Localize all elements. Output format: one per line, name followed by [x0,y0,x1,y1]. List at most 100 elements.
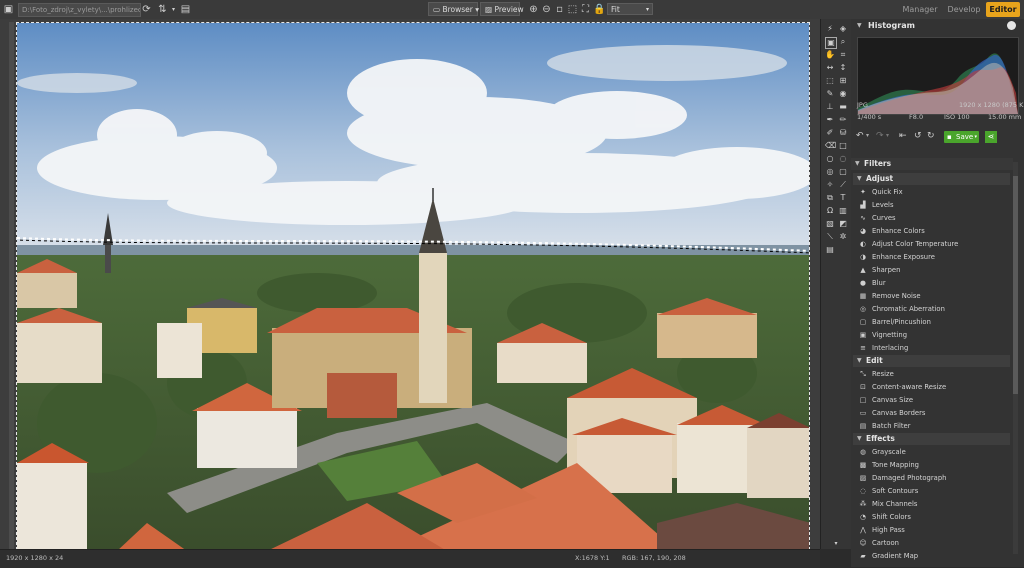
pen-icon[interactable]: ✐ [825,128,835,138]
filter-item[interactable]: ✦ Quick Fix [858,186,1008,199]
zoom-select[interactable]: Fit ▾ [607,3,653,15]
chevron-down-icon[interactable]: ▾ [168,4,179,15]
hand-icon[interactable]: ✋ [825,50,835,60]
line-icon[interactable]: ⟋ [838,180,848,190]
filter-item[interactable]: ⊡ Content-aware Resize [858,381,1008,394]
filter-item[interactable]: ◐ Adjust Color Temperature [858,238,1008,251]
lasso-icon[interactable]: ◎ [825,167,835,177]
redo-icon[interactable]: ↷ [876,131,884,141]
chevron-down-icon[interactable]: ▾ [866,132,869,139]
eyedropper-icon[interactable]: ✎ [825,89,835,99]
ellipse-icon[interactable]: ○ [825,154,835,164]
filter-item[interactable]: ▲ Sharpen [858,264,1008,277]
wand-icon: ✦ [860,188,866,196]
select-icon[interactable]: ▣ [825,37,837,49]
vertical-scrollbar[interactable] [9,22,14,550]
text-icon[interactable]: T [838,193,848,203]
bucket-icon[interactable]: ⛁ [838,128,848,138]
filter-item[interactable]: ◕ Enhance Colors [858,225,1008,238]
refresh-icon[interactable]: ⟳ [141,4,152,15]
photo-canvas[interactable] [16,22,810,550]
section-header-adjust[interactable]: ▼ Adjust [853,173,1010,185]
revert-icon[interactable]: ⇤ [899,131,907,141]
filter-item[interactable]: ▦ Remove Noise [858,290,1008,303]
path-input[interactable]: D:\Foto_zdroj\z_vylety\...\prohlizec [18,3,141,17]
brush-icon[interactable]: ✒ [825,115,835,125]
filter-item[interactable]: ⤡ Resize [858,368,1008,381]
undo-icon[interactable]: ↶ [856,131,864,141]
lock-icon[interactable]: 🔒 [593,4,605,15]
pencil-icon[interactable]: ✏ [838,115,848,125]
browser-button[interactable]: ▭ Browser ▾ [428,2,479,16]
clone-icon[interactable]: ▬ [838,102,848,112]
frame-icon[interactable]: ▧ [825,219,835,229]
square-icon[interactable]: □ [838,141,848,151]
eye-icon[interactable]: ◉ [838,89,848,99]
new-folder-icon[interactable]: ▤ [180,4,191,15]
folder-icon[interactable]: ▣ [3,4,14,15]
section-header-edit[interactable]: ▼ Edit [853,355,1010,367]
zoom-in-icon[interactable]: ⊕ [528,4,539,15]
filter-item[interactable]: ▰ Gradient Map [858,550,1008,563]
fullscreen-icon[interactable]: ⛶ [580,4,591,15]
tab-manager[interactable]: Manager [898,2,942,17]
layers-icon[interactable]: ◈ [838,24,848,34]
histogram-options-icon[interactable] [1007,21,1016,30]
filter-item[interactable]: ▩ Tone Mapping [858,459,1008,472]
filter-item[interactable]: ◔ Shift Colors [858,511,1008,524]
speech-icon[interactable]: ◌ [838,154,848,164]
magnet-icon[interactable]: Ω [825,206,835,216]
straighten-icon[interactable]: ↔ [825,63,835,73]
filter-item[interactable]: ⁂ Mix Channels [858,498,1008,511]
filter-item[interactable]: ◎ Chromatic Aberration [858,303,1008,316]
stamp-icon[interactable]: ⊥ [825,102,835,112]
filter-item[interactable]: ▟ Levels [858,199,1008,212]
crop-icon[interactable]: ⌗ [838,50,848,60]
rotate-right-icon[interactable]: ↻ [927,131,935,141]
filter-item[interactable]: ▨ Damaged Photograph [858,472,1008,485]
save-button[interactable]: ▪ Save ▾ [944,131,979,143]
grid-icon[interactable]: ⊞ [838,76,848,86]
zoom-icon[interactable]: ⌕ [838,37,848,47]
chevron-down-icon[interactable]: ▾ [831,539,841,549]
zoom-actual-icon[interactable]: ▫ [554,4,565,15]
fit-icon[interactable]: ⬚ [567,4,578,15]
rect-select-icon[interactable]: ⬚ [825,76,835,86]
ruler-icon[interactable]: ⟍ [825,232,835,242]
filter-item[interactable]: ▢ Barrel/Pincushion [858,316,1008,329]
tab-editor[interactable]: Editor [986,2,1020,17]
filter-item[interactable]: ≡ Interlacing [858,342,1008,355]
lightning-icon[interactable]: ⚡ [825,24,835,34]
preview-button[interactable]: ▨ Preview [480,2,524,16]
filter-item[interactable]: ◍ Grayscale [858,446,1008,459]
tab-develop[interactable]: Develop [944,2,984,17]
gear-icon[interactable]: ✲ [838,232,848,242]
zoom-out-icon[interactable]: ⊖ [541,4,552,15]
mask-icon[interactable]: ◩ [838,219,848,229]
section-header-effects[interactable]: ▼ Effects [853,433,1010,445]
shape-icon[interactable]: ▥ [838,206,848,216]
filters-header[interactable]: ▼ Filters [851,158,1013,170]
filter-item[interactable]: ☺ Cartoon [858,537,1008,550]
vertical-icon[interactable]: ↕ [838,63,848,73]
share-button[interactable]: ⋖ [985,131,997,143]
text-box-icon[interactable]: ▢ [838,167,848,177]
histogram-header[interactable]: ▼ Histogram [851,19,1024,34]
filmstrip-icon[interactable]: ▤ [825,245,835,255]
filter-item[interactable]: ◑ Enhance Exposure [858,251,1008,264]
filter-item[interactable]: ▣ Vignetting [858,329,1008,342]
chevron-down-icon[interactable]: ▾ [886,132,889,139]
panel-scrollbar-thumb[interactable] [1013,176,1018,394]
copy-icon[interactable]: ⧉ [825,193,835,203]
eraser-icon[interactable]: ⌫ [825,141,836,151]
filter-item[interactable]: ▭ Canvas Borders [858,407,1008,420]
sort-icon[interactable]: ⇅ [157,4,168,15]
magic-wand-icon[interactable]: ✧ [825,180,835,190]
filter-item[interactable]: ∿ Curves [858,212,1008,225]
filter-item[interactable]: ● Blur [858,277,1008,290]
filter-item[interactable]: ⋀ High Pass [858,524,1008,537]
filter-item[interactable]: □ Canvas Size [858,394,1008,407]
filter-item[interactable]: ▤ Batch Filter [858,420,1008,433]
filter-item[interactable]: ◌ Soft Contours [858,485,1008,498]
rotate-left-icon[interactable]: ↺ [914,131,922,141]
